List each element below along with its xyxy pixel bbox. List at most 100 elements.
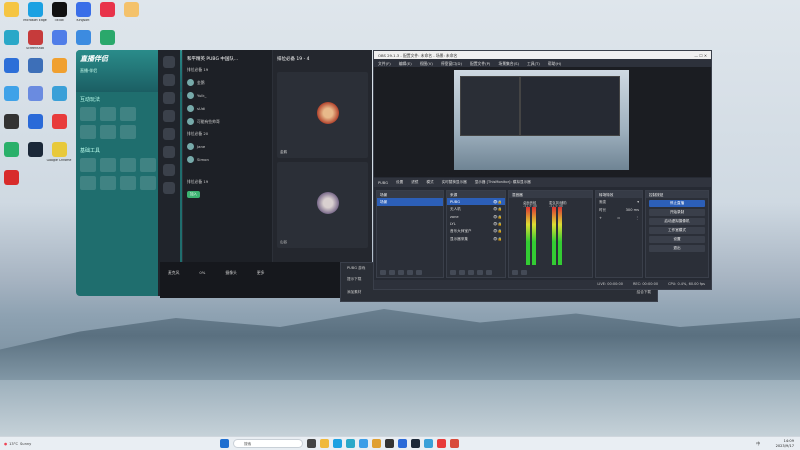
menu-scene-collection[interactable]: 场景集合(S) xyxy=(498,61,519,66)
more-button[interactable]: 更多 xyxy=(257,270,265,276)
chat-icon[interactable] xyxy=(163,56,175,68)
menu-file[interactable]: 文件(F) xyxy=(378,61,391,66)
plus-icon[interactable] xyxy=(163,164,175,176)
app-icon[interactable] xyxy=(372,439,381,448)
download-button[interactable]: 结合下载 xyxy=(637,290,651,295)
app-icon[interactable] xyxy=(450,439,459,448)
app-icon[interactable] xyxy=(359,439,368,448)
add-icon[interactable] xyxy=(163,74,175,86)
gift-icon[interactable] xyxy=(163,146,175,158)
group-header[interactable]: 排位必备 19 xyxy=(183,64,272,76)
stop-streaming-button[interactable]: 停止直播 xyxy=(649,200,705,207)
menu-profile[interactable]: 配置文件(P) xyxy=(470,61,490,66)
member-item[interactable]: Simon xyxy=(183,153,272,166)
camera-button[interactable]: 摄像头 xyxy=(225,270,236,276)
tool-icon[interactable] xyxy=(120,107,136,121)
tool-icon[interactable] xyxy=(140,158,156,172)
source-item[interactable]: 无人机 👁🔒 xyxy=(447,205,505,213)
menu-docks[interactable]: 停靠窗口(D) xyxy=(441,61,462,66)
obs-preview[interactable] xyxy=(454,70,629,170)
player-slot[interactable]: 金鹅 xyxy=(277,72,368,158)
exit-button[interactable]: 退出 xyxy=(649,245,705,252)
join-button[interactable]: 加入 xyxy=(187,191,200,198)
down-icon[interactable] xyxy=(486,270,492,275)
transition-type[interactable]: 渐变 ▾ xyxy=(596,198,642,206)
start-icon[interactable] xyxy=(220,439,229,448)
group-header[interactable]: 排位必备 19 xyxy=(183,176,272,188)
app-icon[interactable] xyxy=(424,439,433,448)
up-icon[interactable] xyxy=(407,270,413,275)
system-tray[interactable]: 14:09 2023/9/17 xyxy=(776,439,794,448)
mic-button[interactable]: 麦克风 xyxy=(168,270,179,276)
material-item[interactable]: 提示下载 xyxy=(347,277,361,282)
tool-icon[interactable] xyxy=(100,158,116,172)
tool-icon[interactable] xyxy=(120,176,136,190)
menu-help[interactable]: 帮助(H) xyxy=(548,61,561,66)
menu-icon[interactable] xyxy=(521,270,527,275)
app-icon[interactable] xyxy=(398,439,407,448)
ime-indicator[interactable]: 中 xyxy=(756,441,760,447)
duration-field[interactable]: 时长 300 ms xyxy=(596,206,642,214)
weather-widget[interactable]: ● 13°C Sunny xyxy=(0,442,60,446)
tool-icon[interactable] xyxy=(80,125,96,139)
source-item[interactable]: LYL 👁🔒 xyxy=(447,220,505,227)
window-controls[interactable]: — ☐ ✕ xyxy=(694,53,707,58)
app-icon[interactable] xyxy=(346,439,355,448)
game-icon[interactable] xyxy=(163,110,175,122)
app-icon[interactable] xyxy=(163,92,175,104)
filter-icon[interactable] xyxy=(398,270,404,275)
add-icon[interactable] xyxy=(380,270,386,275)
plus-icon[interactable]: + xyxy=(599,216,602,220)
studio-mode-button[interactable]: 工作室模式 xyxy=(649,227,705,234)
add-material-button[interactable]: 添加素材 xyxy=(347,290,361,295)
settings-button[interactable]: 设置 xyxy=(649,236,705,243)
task-view-icon[interactable] xyxy=(307,439,316,448)
scene-item[interactable]: 场景 xyxy=(377,198,443,206)
taskbar-search[interactable]: 搜索 xyxy=(233,439,303,448)
obs-icon[interactable] xyxy=(385,439,394,448)
menu-view[interactable]: 视图(V) xyxy=(420,61,433,66)
source-item[interactable]: 音乐大师宝户 👁🔒 xyxy=(447,227,505,235)
steam-icon[interactable] xyxy=(411,439,420,448)
source-item[interactable]: PUBG 👁🔒 xyxy=(447,198,505,205)
source-item[interactable]: zone 👁🔒 xyxy=(447,213,505,220)
tool-icon[interactable] xyxy=(80,107,96,121)
tool-icon[interactable] xyxy=(80,158,96,172)
app-icon[interactable] xyxy=(437,439,446,448)
link-icon[interactable] xyxy=(512,270,518,275)
settings-icon[interactable] xyxy=(468,270,474,275)
down-icon[interactable] xyxy=(416,270,422,275)
up-icon[interactable] xyxy=(477,270,483,275)
mode-select[interactable]: 实时替换显示器 xyxy=(442,180,467,185)
menu-tools[interactable]: 工具(T) xyxy=(527,61,540,66)
tool-icon[interactable] xyxy=(120,125,136,139)
tool-icon[interactable] xyxy=(120,158,136,172)
more-icon[interactable]: ⋮ xyxy=(635,216,639,220)
virtual-camera-button[interactable]: 启动虚拟摄像机 xyxy=(649,218,705,225)
filters-button[interactable]: 滤镜 xyxy=(411,180,418,185)
player-slot[interactable]: 山谷 xyxy=(277,162,368,248)
tool-icon[interactable] xyxy=(100,125,116,139)
material-item[interactable]: PUBG 游戏 xyxy=(347,266,365,271)
member-item[interactable]: Yulk_ xyxy=(183,89,272,102)
member-item[interactable]: Jane xyxy=(183,140,272,153)
remove-icon[interactable] xyxy=(459,270,465,275)
edge-icon[interactable] xyxy=(333,439,342,448)
tool-icon[interactable] xyxy=(140,176,156,190)
book-icon[interactable] xyxy=(163,128,175,140)
tool-icon[interactable] xyxy=(80,176,96,190)
remove-icon[interactable] xyxy=(389,270,395,275)
menu-edit[interactable]: 编辑(E) xyxy=(399,61,412,66)
member-item[interactable]: 金鹅 xyxy=(183,76,272,89)
member-item[interactable]: sUdi xyxy=(183,102,272,115)
desktop-icon[interactable] xyxy=(0,170,26,204)
trash-icon[interactable]: ▫ xyxy=(617,216,619,220)
tool-icon[interactable] xyxy=(100,176,116,190)
group-header[interactable]: 排位必备 20 xyxy=(183,128,272,140)
start-recording-button[interactable]: 开始录制 xyxy=(649,209,705,216)
explorer-icon[interactable] xyxy=(320,439,329,448)
source-item[interactable]: 显示器采集 👁🔒 xyxy=(447,235,505,243)
tool-icon[interactable] xyxy=(100,107,116,121)
download-icon[interactable] xyxy=(163,182,175,194)
monitor-select[interactable]: 显示器 [ThisMonitor]: 模拟显示器 xyxy=(475,180,531,185)
